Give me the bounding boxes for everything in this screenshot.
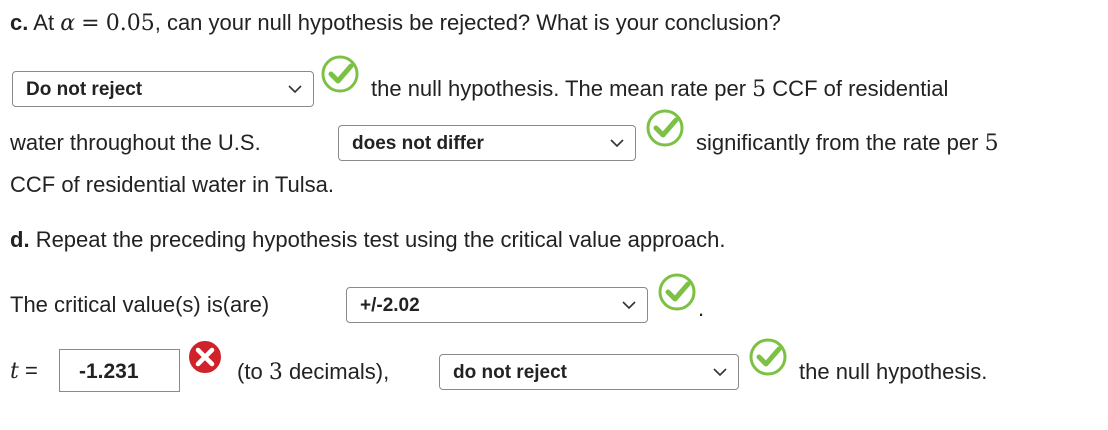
check-circle-icon	[749, 338, 787, 376]
t-decision-dropdown[interactable]: do not reject	[439, 354, 739, 390]
part-c-question-after: , can your null hypothesis be rejected? …	[154, 10, 781, 35]
differ-value: does not differ	[352, 133, 484, 154]
water-us-text: water throughout the U.S.	[10, 130, 261, 155]
critical-value: +/-2.02	[360, 295, 420, 316]
x-circle-icon	[187, 339, 223, 375]
decimals-note: (to 3 decimals),	[237, 359, 389, 385]
final-conclusion: the null hypothesis.	[799, 359, 987, 385]
critical-value-dropdown[interactable]: +/-2.02	[346, 287, 648, 323]
final-conclusion-text: the null hypothesis.	[799, 359, 988, 384]
part-c-label: c.	[10, 10, 29, 35]
decimals-num: 3	[268, 360, 283, 385]
part-c-question: c. At α = 0.05, can your null hypothesis…	[10, 10, 781, 36]
chevron-down-icon	[610, 139, 624, 148]
part-d-prompt: d. Repeat the preceding hypothesis test …	[10, 227, 725, 253]
alpha-symbol: α	[60, 11, 76, 36]
number-five-a: 5	[752, 77, 767, 102]
part-d-label: d.	[10, 227, 30, 252]
t-equals: =	[24, 358, 38, 383]
chevron-down-icon	[622, 301, 636, 310]
part-c-water-us: water throughout the U.S.	[10, 130, 261, 156]
check-circle-icon	[321, 55, 359, 93]
critical-value-label: The critical value(s) is(are)	[10, 292, 269, 318]
decimals-text-after: decimals),	[288, 359, 390, 384]
t-statistic-input[interactable]: -1.231	[59, 349, 180, 392]
t-label: t =	[10, 358, 38, 384]
part-c-conclusion-line1: the null hypothesis. The mean rate per 5…	[371, 76, 948, 102]
check-circle-icon	[658, 273, 696, 311]
chevron-down-icon	[713, 368, 727, 377]
conclusion-text-2: CCF of residential	[772, 76, 949, 101]
significantly-text: significantly from the rate per	[696, 130, 979, 155]
conclusion-text-1: the null hypothesis. The mean rate per	[371, 76, 747, 101]
part-d-prompt-text: Repeat the preceding hypothesis test usi…	[35, 227, 726, 252]
t-statistic-value: -1.231	[79, 360, 139, 383]
t-decision-value: do not reject	[453, 362, 568, 383]
t-symbol: t	[10, 359, 19, 384]
chevron-down-icon	[288, 85, 302, 94]
part-c-question-before: At	[33, 10, 55, 35]
alpha-value: 0.05	[105, 11, 155, 36]
check-circle-icon	[646, 109, 684, 147]
equals-sign: =	[81, 11, 100, 36]
reject-decision-value: Do not reject	[26, 79, 143, 100]
number-five-b: 5	[984, 131, 999, 156]
critical-period: .	[698, 296, 705, 321]
decimals-text-before: (to	[237, 359, 263, 384]
critical-value-label-text: The critical value(s) is(are)	[10, 292, 270, 317]
part-c-significantly: significantly from the rate per 5	[696, 130, 999, 156]
reject-decision-dropdown[interactable]: Do not reject	[12, 71, 314, 107]
tulsa-text: CCF of residential water in Tulsa.	[10, 172, 335, 197]
part-c-tulsa: CCF of residential water in Tulsa.	[10, 172, 334, 198]
differ-dropdown[interactable]: does not differ	[338, 125, 636, 161]
